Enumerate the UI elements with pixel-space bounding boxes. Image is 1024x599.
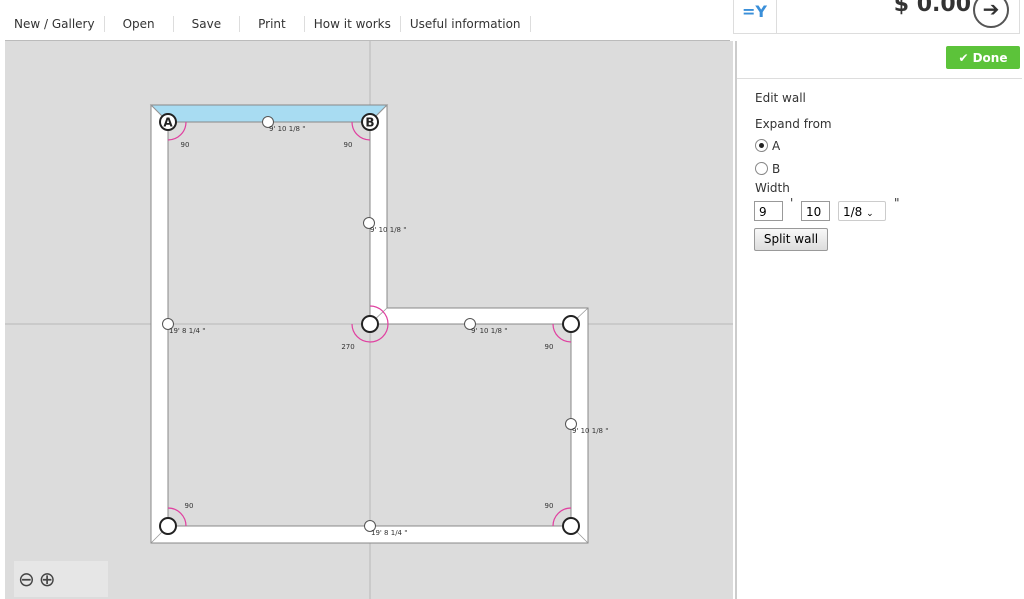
angle-label: 90	[545, 343, 554, 351]
split-wall-button[interactable]: Split wall	[754, 228, 828, 251]
expand-from-label: Expand from	[755, 117, 832, 131]
angle-label: 90	[181, 141, 190, 149]
inches-input[interactable]: 10	[801, 201, 830, 221]
inch-mark: "	[894, 196, 900, 210]
angle-label: 90	[185, 502, 194, 510]
next-arrow-icon[interactable]: ➔	[973, 0, 1009, 28]
radio-a[interactable]: A	[755, 139, 780, 153]
angle-label: 90	[344, 141, 353, 149]
chevron-down-icon: ⌄	[866, 209, 874, 219]
price-box: =Y $ 0.00 ➔	[733, 0, 1020, 34]
corner-label: B	[365, 116, 374, 130]
floor-plan: 90 90 270 90 90 90 9' 10 1/8 " 9' 10 1/8 " 9' 1…	[5, 41, 733, 599]
divider	[776, 0, 777, 33]
done-button[interactable]: ✔ Done	[946, 46, 1020, 69]
wall-length-label: 9' 10 1/8 "	[471, 327, 507, 335]
check-icon: ✔	[958, 50, 969, 65]
zoom-in-icon[interactable]: ⊕	[39, 567, 56, 591]
feet-input[interactable]: 9	[754, 201, 783, 221]
corner-handle[interactable]	[562, 517, 580, 535]
radio-label: B	[772, 162, 781, 176]
fraction-select[interactable]: 1/8 ⌄	[838, 201, 886, 221]
corner-handle[interactable]	[361, 315, 379, 333]
main-menu: New / Gallery Open Save Print How it wor…	[5, 8, 730, 41]
menu-how-it-works[interactable]: How it works	[305, 16, 401, 32]
angle-label: 270	[341, 343, 354, 351]
wall-length-label: 9' 10 1/8 "	[572, 427, 608, 435]
radio-button[interactable]	[755, 162, 768, 175]
width-label: Width	[755, 181, 790, 195]
menu-print[interactable]: Print	[240, 16, 305, 32]
menu-new-gallery[interactable]: New / Gallery	[5, 16, 105, 32]
wall-length-label: 19' 8 1/4 "	[371, 529, 407, 537]
menu-open[interactable]: Open	[105, 16, 174, 32]
menu-useful-information[interactable]: Useful information	[401, 16, 531, 32]
angle-label: 90	[545, 502, 554, 510]
floor-plan-canvas[interactable]: 90 90 270 90 90 90 9' 10 1/8 " 9' 10 1/8 " 9' 1…	[5, 41, 733, 599]
radio-button[interactable]	[755, 139, 768, 152]
corner-handle[interactable]	[562, 315, 580, 333]
zoom-out-icon[interactable]: ⊖	[18, 567, 35, 591]
panel-title: Edit wall	[755, 91, 806, 105]
wall-length-label: 19' 8 1/4 "	[169, 327, 205, 335]
fraction-value: 1/8	[843, 205, 863, 219]
feet-mark: '	[790, 196, 794, 210]
menu-save[interactable]: Save	[174, 16, 241, 32]
done-label: Done	[972, 50, 1008, 65]
radio-label: A	[772, 139, 781, 153]
zoom-controls: ⊖ ⊕	[14, 561, 108, 597]
radio-b[interactable]: B	[755, 162, 780, 176]
corner-label: A	[163, 116, 173, 130]
edit-wall-panel: ✔ Done Edit wall Expand from A B Width 9 …	[735, 41, 1022, 599]
corner-handle[interactable]	[159, 517, 177, 535]
filter-icon[interactable]: =Y	[742, 2, 767, 21]
wall-length-label: 9' 10 1/8 "	[269, 125, 305, 133]
wall-length-label: 9' 10 1/8 "	[370, 226, 406, 234]
price-total: $ 0.00	[893, 0, 971, 17]
